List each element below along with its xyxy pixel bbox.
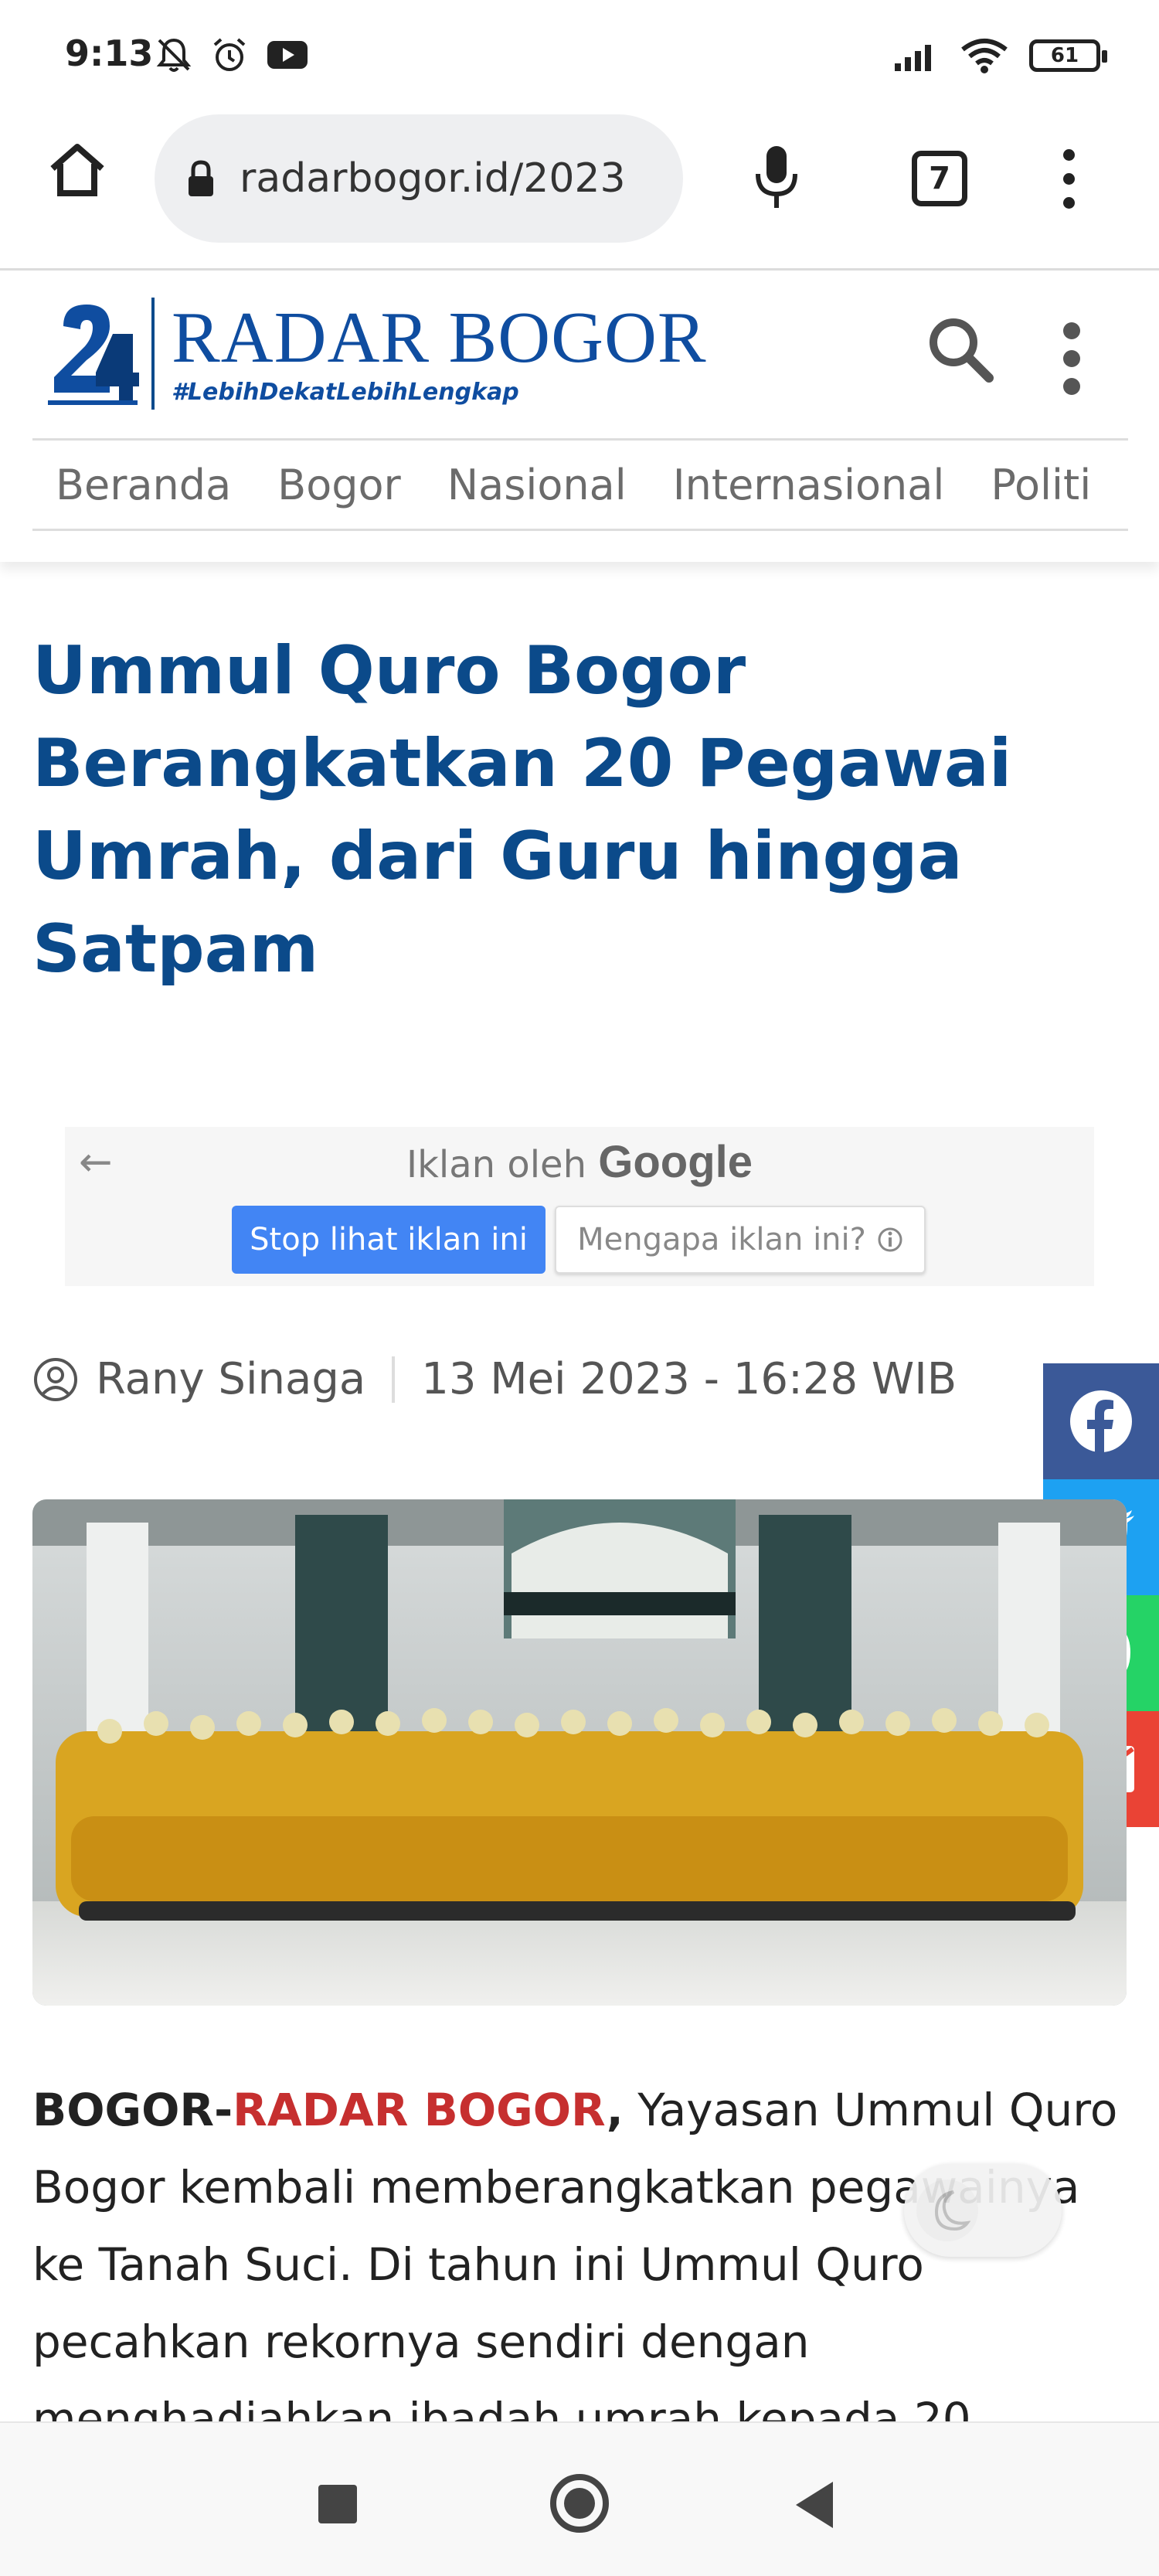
home-button[interactable] xyxy=(550,2474,609,2533)
author-name[interactable]: Rany Sinaga xyxy=(96,1354,365,1404)
youtube-icon xyxy=(267,41,308,69)
facebook-icon xyxy=(1070,1390,1132,1452)
site-menu-icon[interactable] xyxy=(1060,322,1083,406)
byline-divider xyxy=(392,1356,396,1403)
publish-date: 13 Mei 2023 - 16:28 WIB xyxy=(421,1354,957,1404)
muted-bell-icon xyxy=(156,38,192,72)
moon-icon xyxy=(934,2190,970,2231)
toggle-knob xyxy=(916,2180,978,2241)
browser-menu-icon[interactable] xyxy=(1057,149,1080,211)
tab-count: 7 xyxy=(929,161,950,196)
nav-item-internasional[interactable]: Internasional xyxy=(673,461,945,509)
signal-icon xyxy=(895,45,931,71)
nav-item-beranda[interactable]: Beranda xyxy=(56,461,231,509)
url-text[interactable]: radarbogor.id/2023 xyxy=(240,155,626,202)
back-button[interactable] xyxy=(796,2482,833,2528)
search-icon[interactable] xyxy=(926,315,995,384)
system-nav-bar xyxy=(0,2421,1159,2576)
dateline-comma: , xyxy=(606,2084,624,2136)
info-icon xyxy=(878,1227,902,1252)
battery-level: 61 xyxy=(1050,44,1079,67)
nav-item-politik[interactable]: Politi xyxy=(991,461,1091,509)
status-bar: 9:13 61 xyxy=(0,0,1159,104)
why-this-ad-button[interactable]: Mengapa iklan ini? xyxy=(555,1206,926,1274)
address-bar[interactable]: radarbogor.id/2023 xyxy=(155,114,683,243)
wifi-icon xyxy=(961,39,1008,73)
browser-toolbar: radarbogor.id/2023 7 xyxy=(0,104,1159,271)
alarm-icon xyxy=(213,38,246,71)
article-headline: Ummul Quro Bogor Berangkatkan 20 Pegawai… xyxy=(32,632,1012,988)
lock-icon[interactable] xyxy=(185,159,216,198)
battery-icon: 61 xyxy=(1029,39,1107,72)
stop-ads-button[interactable]: Stop lihat iklan ini xyxy=(232,1206,546,1274)
nav-item-bogor[interactable]: Bogor xyxy=(277,461,401,509)
tabs-button[interactable]: 7 xyxy=(912,151,967,206)
recents-button[interactable] xyxy=(318,2485,357,2523)
article-byline: Rany Sinaga 13 Mei 2023 - 16:28 WIB xyxy=(32,1354,957,1404)
status-time: 9:13 xyxy=(65,32,154,74)
logo-divider xyxy=(151,297,155,410)
nav-item-nasional[interactable]: Nasional xyxy=(447,461,627,509)
ad-feedback-panel: ← Iklan oleh Google Stop lihat iklan ini… xyxy=(65,1127,1094,1286)
logo-tagline: #LebihDekatLebihLengkap xyxy=(172,378,519,406)
logo-24-icon xyxy=(48,305,139,405)
status-icons-right: 61 xyxy=(893,37,1107,74)
article-photo[interactable] xyxy=(32,1499,1127,2006)
ad-label-prefix: Iklan oleh xyxy=(406,1143,586,1186)
dateline-source[interactable]: RADAR BOGOR xyxy=(233,2084,607,2136)
dateline-city: BOGOR- xyxy=(32,2084,233,2136)
dark-mode-toggle[interactable] xyxy=(904,2164,1062,2257)
site-header: RADAR BOGOR #LebihDekatLebihLengkap Bera… xyxy=(0,272,1159,562)
home-icon[interactable] xyxy=(46,139,108,201)
ad-label: Iklan oleh Google xyxy=(65,1136,1094,1188)
user-icon xyxy=(34,1357,77,1401)
status-icons-left xyxy=(155,36,309,74)
logo-name: RADAR BOGOR xyxy=(172,297,707,378)
mic-icon[interactable] xyxy=(753,143,800,213)
category-nav: Beranda Bogor Nasional Internasional Pol… xyxy=(32,438,1128,531)
share-facebook-button[interactable] xyxy=(1043,1363,1159,1479)
ad-label-brand: Google xyxy=(598,1137,753,1187)
group-photo-image xyxy=(32,1499,1127,2006)
site-logo[interactable]: RADAR BOGOR #LebihDekatLebihLengkap xyxy=(46,295,707,411)
why-this-ad-label: Mengapa iklan ini? xyxy=(577,1222,866,1257)
